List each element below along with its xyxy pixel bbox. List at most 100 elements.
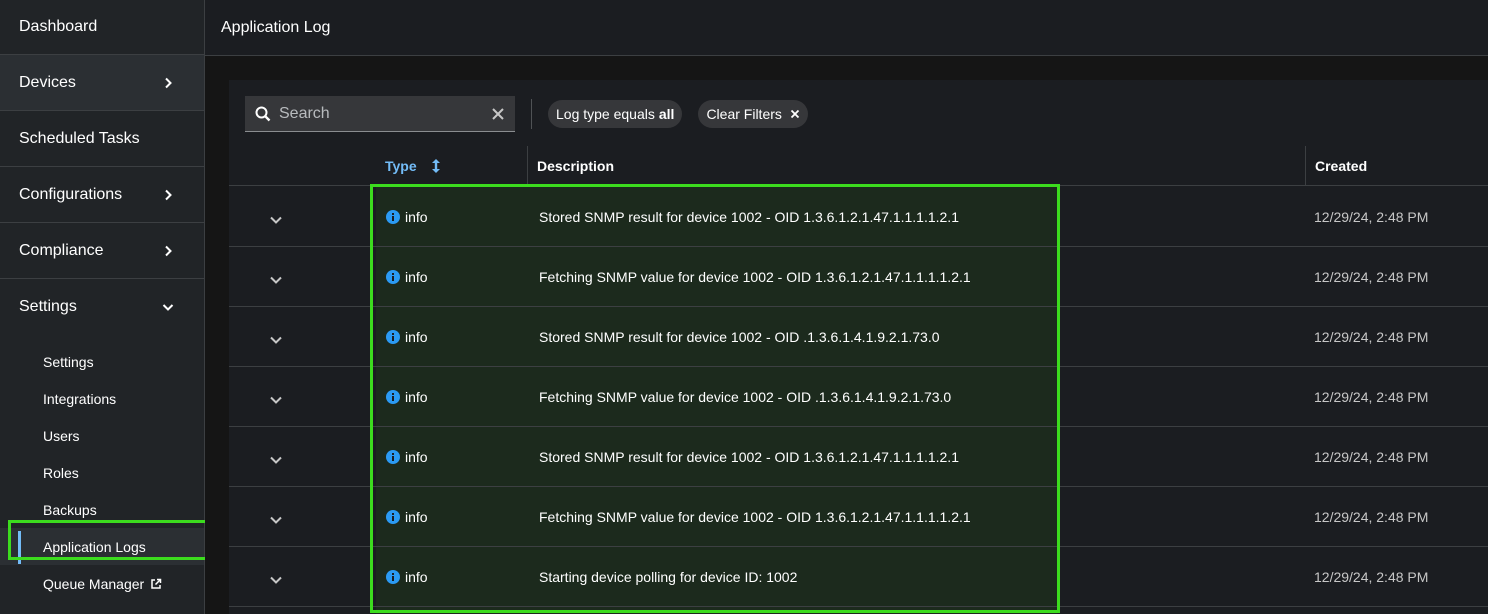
chevron-down-icon[interactable] [269, 273, 283, 287]
external-link-icon [151, 578, 162, 589]
sub-item-application-logs[interactable]: Application Logs [0, 528, 204, 565]
column-header-label: Description [537, 158, 615, 174]
table-header: Type Description Created [229, 146, 1488, 186]
table-row: info Starting device polling for device … [229, 547, 1488, 607]
nav-item-dashboard[interactable]: Dashboard [0, 0, 204, 55]
info-circle-icon [386, 330, 400, 344]
log-created: 12/29/24, 2:48 PM [1314, 329, 1429, 345]
filter-chip-prefix: Log type equals [556, 106, 655, 122]
table-row: info Fetching SNMP value for device 1002… [229, 367, 1488, 427]
nav-item-configurations[interactable]: Configurations [0, 167, 204, 223]
log-created: 12/29/24, 2:48 PM [1314, 269, 1429, 285]
log-type-cell: info [386, 509, 428, 525]
log-type-label: info [405, 269, 428, 285]
close-icon[interactable] [491, 107, 505, 121]
page-title: Application Log [221, 18, 331, 36]
nav-item-scheduled-tasks[interactable]: Scheduled Tasks [0, 111, 204, 167]
clear-filters-label: Clear Filters [706, 106, 782, 122]
info-circle-icon [386, 390, 400, 404]
chevron-down-icon [162, 301, 174, 313]
nav-item-label: Dashboard [19, 18, 98, 35]
info-circle-icon [386, 510, 400, 524]
sidebar: Dashboard Devices Scheduled Tasks Config… [0, 0, 205, 614]
sub-item-label: Application Logs [43, 538, 146, 555]
chevron-down-icon[interactable] [269, 393, 283, 407]
info-circle-icon [386, 210, 400, 224]
search-icon [255, 106, 271, 121]
log-table-card: Log type equals all Clear Filters Type D… [229, 80, 1488, 614]
log-created: 12/29/24, 2:48 PM [1314, 449, 1429, 465]
search-input[interactable] [279, 104, 491, 123]
log-description: Stored SNMP result for device 1002 - OID… [539, 449, 959, 465]
nav-item-devices[interactable]: Devices [0, 55, 204, 111]
main-content: Log type equals all Clear Filters Type D… [205, 56, 1488, 614]
sub-item-queue-manager[interactable]: Queue Manager [0, 565, 204, 602]
sub-item-label: Roles [43, 464, 79, 481]
sub-item-users[interactable]: Users [0, 417, 204, 454]
sub-item-roles[interactable]: Roles [0, 454, 204, 491]
log-type-cell: info [386, 209, 428, 225]
column-header-description: Description [527, 146, 614, 186]
column-header-type[interactable]: Type [385, 158, 441, 174]
chevron-down-icon[interactable] [269, 573, 283, 587]
filter-chip-log-type[interactable]: Log type equals all [548, 100, 683, 128]
log-type-cell: info [386, 569, 428, 585]
sub-item-backups[interactable]: Backups [0, 491, 204, 528]
sub-item-label: Integrations [43, 390, 117, 407]
chevron-down-icon[interactable] [269, 213, 283, 227]
nav-item-label: Configurations [19, 185, 123, 203]
settings-subnav: Settings Integrations Users Roles Backup… [0, 335, 204, 602]
search-box [245, 96, 515, 132]
filter-chip-value: all [658, 106, 675, 122]
log-description: Fetching SNMP value for device 1002 - OI… [539, 269, 971, 285]
column-header-label: Created [1315, 158, 1368, 174]
close-icon [790, 109, 800, 119]
nav-item-settings[interactable]: Settings [0, 279, 204, 335]
column-header-created: Created [1305, 146, 1367, 186]
toolbar: Log type equals all Clear Filters [245, 96, 824, 132]
page-header: Application Log [205, 0, 1488, 56]
sub-item-label: Backups [43, 501, 97, 518]
table-row: info Stored SNMP result for device 1002 … [229, 187, 1488, 247]
info-circle-icon [386, 450, 400, 464]
toolbar-divider [531, 99, 532, 129]
table-row: info Fetching SNMP value for device 1002… [229, 487, 1488, 547]
sub-item-integrations[interactable]: Integrations [0, 380, 204, 417]
chevron-right-icon [162, 189, 174, 201]
log-type-cell: info [386, 389, 428, 405]
log-description: Fetching SNMP value for device 1002 - OI… [539, 509, 971, 525]
nav-item-label: Devices [19, 73, 76, 91]
table-row: info Fetching SNMP value for device 1002… [229, 247, 1488, 307]
log-type-label: info [405, 449, 428, 465]
nav-item-compliance[interactable]: Compliance [0, 223, 204, 279]
log-type-label: info [405, 569, 428, 585]
chevron-right-icon [162, 77, 174, 89]
clear-filters-button[interactable]: Clear Filters [698, 100, 808, 128]
log-description: Fetching SNMP value for device 1002 - OI… [539, 389, 952, 405]
sub-item-settings[interactable]: Settings [0, 343, 204, 380]
log-created: 12/29/24, 2:48 PM [1314, 209, 1429, 225]
table-row: info Stored SNMP result for device 1002 … [229, 427, 1488, 487]
chevron-down-icon[interactable] [269, 513, 283, 527]
info-circle-icon [386, 270, 400, 284]
log-description: Stored SNMP result for device 1002 - OID… [539, 209, 959, 225]
log-created: 12/29/24, 2:48 PM [1314, 569, 1429, 585]
sub-item-label: Users [43, 427, 80, 444]
nav-item-label: Scheduled Tasks [19, 129, 140, 147]
chevron-down-icon[interactable] [269, 453, 283, 467]
log-created: 12/29/24, 2:48 PM [1314, 389, 1429, 405]
log-type-label: info [405, 389, 428, 405]
log-type-label: info [405, 329, 428, 345]
chevron-down-icon[interactable] [269, 333, 283, 347]
sub-item-label: Queue Manager [43, 575, 145, 592]
info-circle-icon [386, 570, 400, 584]
sub-item-label: Settings [43, 353, 94, 370]
log-type-cell: info [386, 269, 428, 285]
log-type-label: info [405, 509, 428, 525]
table-row: info Stored SNMP result for device 1002 … [229, 307, 1488, 367]
log-type-cell: info [386, 449, 428, 465]
log-created: 12/29/24, 2:48 PM [1314, 509, 1429, 525]
log-description: Stored SNMP result for device 1002 - OID… [539, 329, 940, 345]
sort-icon[interactable] [431, 158, 441, 173]
log-description: Starting device polling for device ID: 1… [539, 569, 798, 585]
